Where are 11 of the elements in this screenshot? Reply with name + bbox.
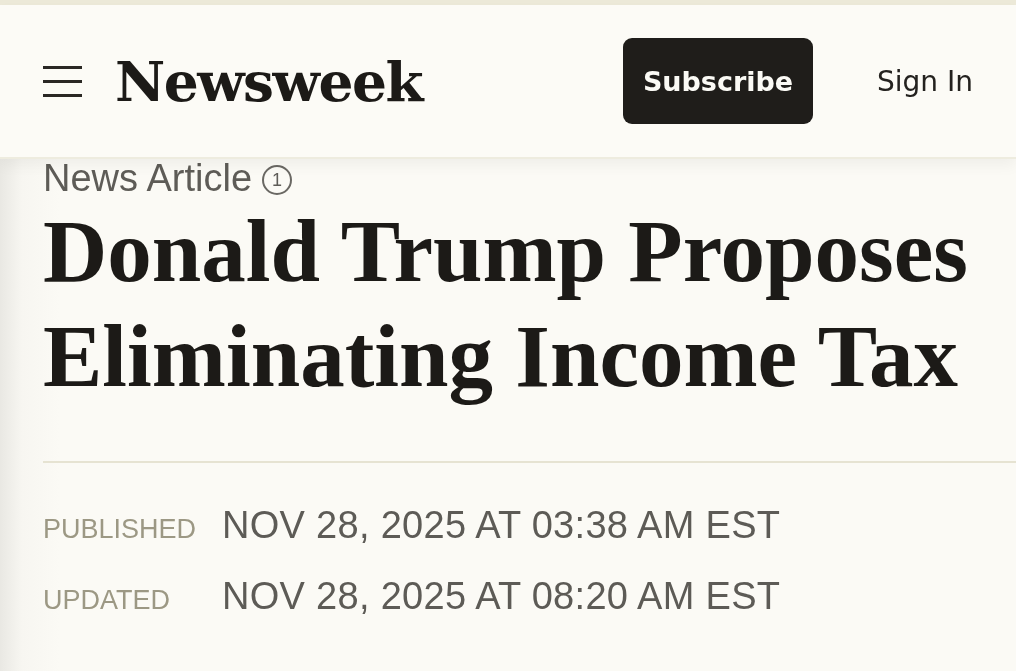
menu-icon[interactable] [43,65,82,97]
date-value: NOV 28, 2025 AT 03:38 AM EST [222,503,781,548]
date-value: NOV 28, 2025 AT 08:20 AM EST [222,574,781,619]
circled-number: 1 [262,165,293,195]
site-logo[interactable]: Newsweek [115,53,423,109]
article-headline: Donald Trump Proposes Eliminating Income Tax [43,201,969,407]
sign-in-link[interactable]: Sign In [877,64,973,98]
date-label: UPDATED [43,585,171,616]
article-type-label: News Article [43,157,253,199]
subscribe-button[interactable]: Subscribe [623,38,813,124]
date-label: PUBLISHED [43,514,198,545]
